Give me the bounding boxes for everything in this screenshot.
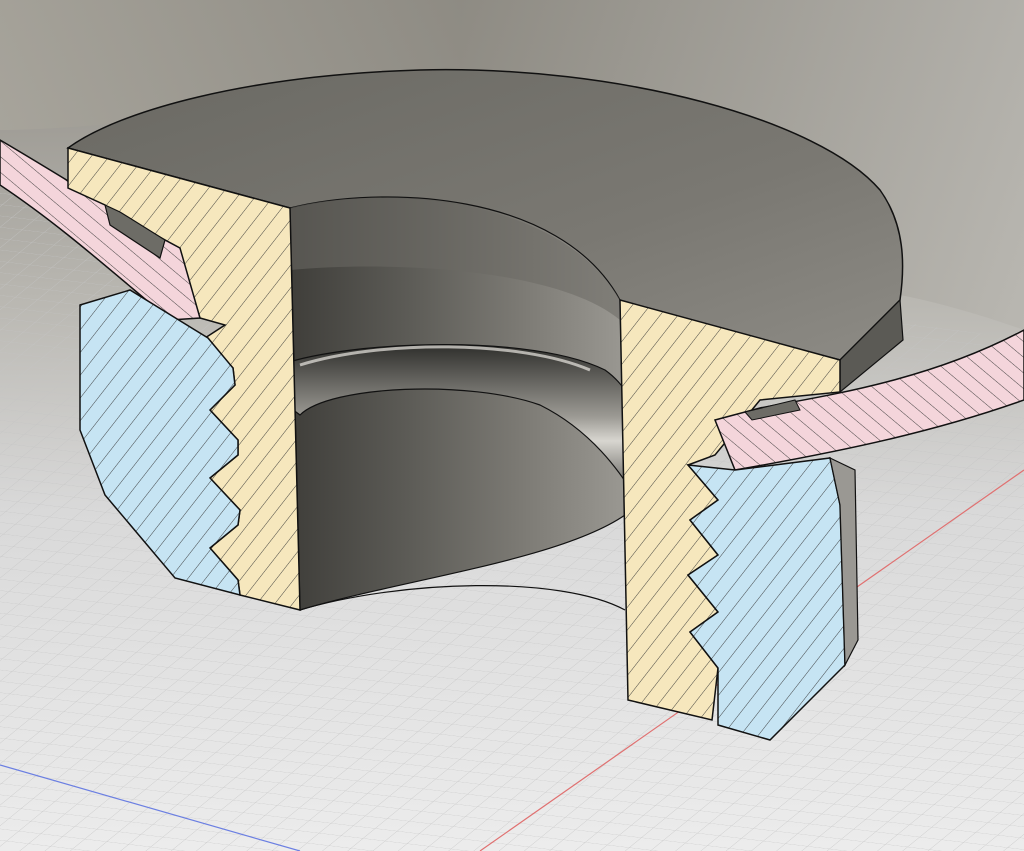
cad-viewport[interactable] [0, 0, 1024, 851]
section-view-canvas[interactable] [0, 0, 1024, 851]
